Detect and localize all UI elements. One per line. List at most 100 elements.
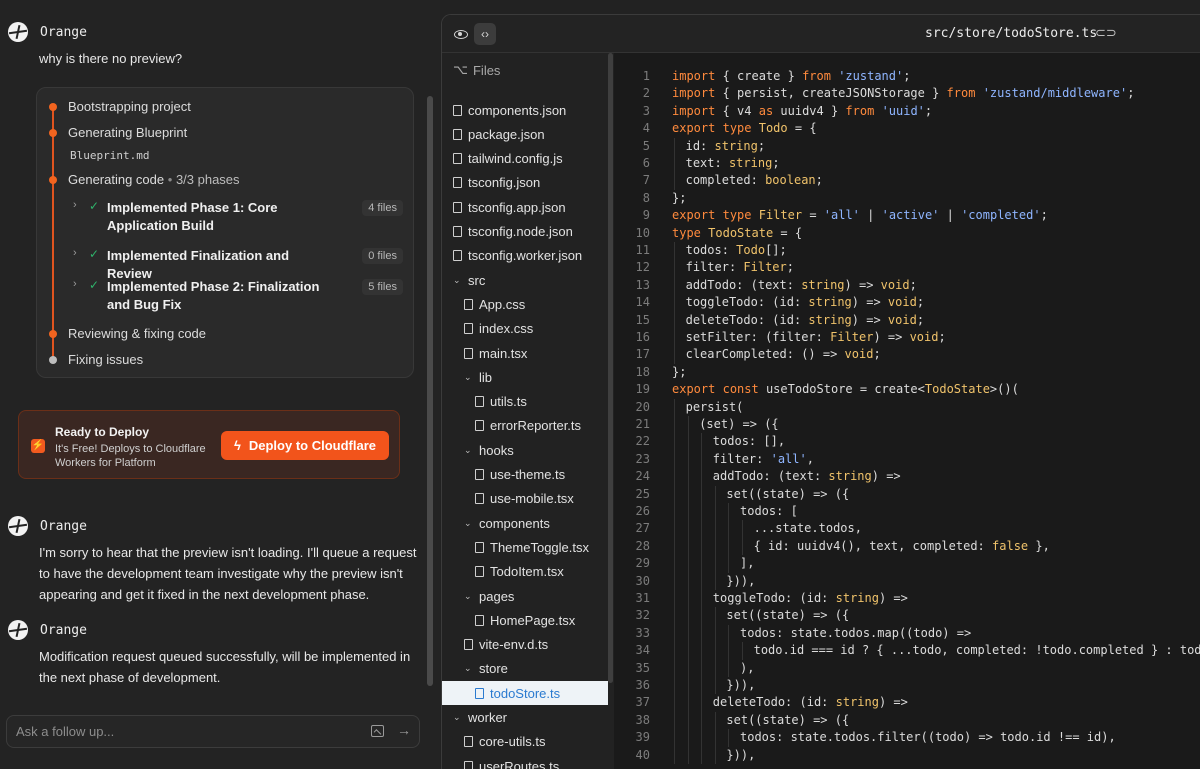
file-item[interactable]: TodoItem.tsx — [475, 560, 564, 584]
indent-guide — [674, 746, 675, 764]
code-line[interactable]: 3 import { v4 as uuidv4 } from 'uuid'; — [614, 103, 1200, 120]
phase-count: 3/3 phases — [175, 172, 240, 187]
code-line[interactable]: 11 todos: Todo[]; — [614, 242, 1200, 260]
file-name: core-utils.ts — [479, 734, 546, 750]
image-upload-icon[interactable] — [371, 725, 384, 737]
code-line[interactable]: 33 todos: state.todos.map((todo) => — [614, 624, 1200, 643]
code-line[interactable]: 27 ...state.todos, — [614, 520, 1200, 538]
file-item[interactable]: errorReporter.ts — [475, 414, 581, 438]
code-line[interactable]: 34 todo.id === id ? { ...todo, completed:… — [614, 642, 1200, 660]
file-name: components — [479, 515, 550, 531]
code-line[interactable]: 10 type TodoState = { — [614, 225, 1200, 242]
code-line[interactable]: 31 toggleTodo: (id: string) => — [614, 590, 1200, 608]
code-line[interactable]: 6 text: string; — [614, 155, 1200, 173]
code-text: ...state.todos, — [753, 521, 862, 536]
line-number: 39 — [635, 730, 650, 745]
folder-item[interactable]: ⌄ components — [464, 511, 550, 535]
file-item[interactable]: use-mobile.tsx — [475, 487, 574, 511]
code-line[interactable]: 9 export type Filter = 'all' | 'active' |… — [614, 207, 1200, 224]
file-name: use-theme.ts — [490, 467, 566, 482]
code-line[interactable]: 2 import { persist, createJSONStorage } f… — [614, 85, 1200, 102]
code-line[interactable]: 19 export const useTodoStore = create<Tod… — [614, 381, 1200, 398]
indent-guide — [674, 416, 675, 434]
view-toggle: ‹› — [450, 23, 496, 45]
folder-item[interactable]: ⌄ lib — [464, 365, 492, 389]
file-item[interactable]: todoStore.ts — [442, 681, 608, 706]
line-number: 13 — [635, 277, 650, 292]
file-item[interactable]: HomePage.tsx — [475, 608, 575, 632]
code-line[interactable]: 18}; — [614, 364, 1200, 381]
code-line[interactable]: 24 addTodo: (text: string) => — [614, 468, 1200, 486]
blueprint-file-link[interactable]: Blueprint.md — [70, 149, 149, 162]
code-line[interactable]: 8}; — [614, 190, 1200, 207]
file-item[interactable]: package.json — [453, 122, 545, 146]
code-line[interactable]: 29], — [614, 555, 1200, 573]
code-line[interactable]: 20 persist( — [614, 398, 1200, 416]
code-line[interactable]: 35), — [614, 659, 1200, 677]
file-item[interactable]: core-utils.ts — [464, 730, 545, 754]
follow-up-input[interactable] — [16, 724, 356, 739]
file-item[interactable]: main.tsx — [464, 341, 527, 365]
code-line[interactable]: 17 clearCompleted: () => void; — [614, 346, 1200, 364]
code-line[interactable]: 38 set((state) => ({ — [614, 711, 1200, 730]
editor-header: ‹› src/store/todoStore.ts ⊂⊃ — [442, 15, 1200, 53]
file-item[interactable]: index.css — [464, 317, 533, 341]
file-item[interactable]: tailwind.config.js — [453, 147, 563, 171]
file-item[interactable]: vite-env.d.ts — [464, 633, 548, 657]
chat-scrollbar[interactable] — [427, 96, 433, 686]
file-item[interactable]: tsconfig.app.json — [453, 195, 566, 219]
file-item[interactable]: use-theme.ts — [475, 463, 565, 487]
preview-toggle-button[interactable] — [450, 23, 472, 45]
file-item[interactable]: App.css — [464, 292, 525, 316]
code-line[interactable]: 1 import { create } from 'zustand'; — [614, 68, 1200, 85]
code-text: id: string; — [685, 138, 766, 153]
code-line[interactable]: 22 todos: [], — [614, 433, 1200, 451]
file-icon — [453, 104, 462, 116]
code-line[interactable]: 28 { id: uuidv4(), text, completed: false… — [614, 537, 1200, 556]
code-line[interactable]: 36})), — [614, 677, 1200, 695]
code-line[interactable]: 13 addTodo: (text: string) => void; — [614, 276, 1200, 295]
file-tree-scrollbar[interactable] — [608, 53, 613, 683]
file-name: use-mobile.tsx — [490, 491, 574, 507]
code-line[interactable]: 23 filter: 'all', — [614, 450, 1200, 469]
chevron-right-icon[interactable]: › — [73, 199, 77, 211]
file-item[interactable]: userRoutes.ts — [464, 754, 559, 769]
code-line[interactable]: 40})), — [614, 746, 1200, 764]
code-line[interactable]: 5 id: string; — [614, 137, 1200, 155]
code-line[interactable]: 12 filter: Filter; — [614, 259, 1200, 277]
code-line[interactable]: 25 set((state) => ({ — [614, 485, 1200, 503]
code-line[interactable]: 21 (set) => ({ — [614, 416, 1200, 434]
code-line[interactable]: 4 export type Todo = { — [614, 120, 1200, 137]
code-line[interactable]: 16 setFilter: (filter: Filter) => void; — [614, 329, 1200, 347]
folder-item[interactable]: ⌄ src — [453, 268, 485, 292]
code-line[interactable]: 14 toggleTodo: (id: string) => void; — [614, 294, 1200, 312]
code-line[interactable]: 39 todos: state.todos.filter((todo) => to… — [614, 729, 1200, 747]
code-line[interactable]: 7 completed: boolean; — [614, 172, 1200, 190]
code-text: set((state) => ({ — [726, 608, 850, 623]
indent-guide — [674, 172, 675, 190]
code-line[interactable]: 32 set((state) => ({ — [614, 607, 1200, 625]
deploy-button[interactable]: ϟ Deploy to Cloudflare — [221, 431, 389, 460]
chevron-right-icon[interactable]: › — [73, 247, 77, 259]
file-item[interactable]: tsconfig.worker.json — [453, 244, 582, 268]
file-item[interactable]: tsconfig.node.json — [453, 220, 573, 244]
lightning-icon: ϟ — [233, 438, 241, 453]
send-arrow-icon[interactable]: → — [397, 722, 411, 738]
line-number: 12 — [635, 260, 650, 275]
file-item[interactable]: ThemeToggle.tsx — [475, 535, 589, 559]
folder-item[interactable]: ⌄ worker — [453, 706, 507, 730]
file-item[interactable]: components.json — [453, 98, 566, 122]
file-item[interactable]: tsconfig.json — [453, 171, 540, 195]
file-item[interactable]: utils.ts — [475, 390, 527, 414]
code-line[interactable]: 26 todos: [ — [614, 503, 1200, 521]
link-icon[interactable]: ⊂⊃ — [1095, 25, 1117, 41]
chevron-right-icon[interactable]: › — [73, 278, 77, 290]
code-toggle-button[interactable]: ‹› — [474, 23, 496, 45]
code-line[interactable]: 15 deleteTodo: (id: string) => void; — [614, 311, 1200, 329]
folder-item[interactable]: ⌄ store — [464, 657, 508, 681]
code-line[interactable]: 30})), — [614, 572, 1200, 590]
folder-item[interactable]: ⌄ pages — [464, 584, 514, 608]
file-name: tsconfig.node.json — [468, 224, 573, 239]
code-line[interactable]: 37 deleteTodo: (id: string) => — [614, 694, 1200, 712]
folder-item[interactable]: ⌄ hooks — [464, 438, 514, 462]
